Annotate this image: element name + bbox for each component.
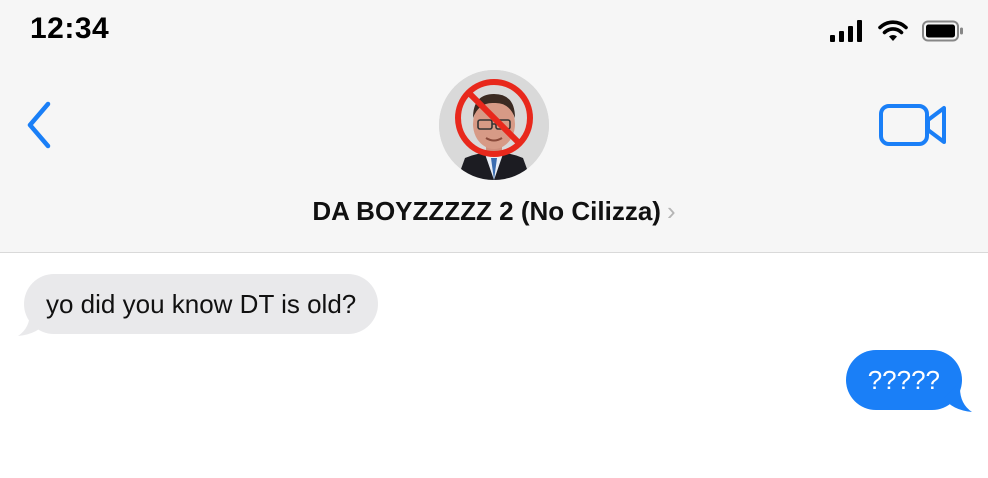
back-button[interactable] — [24, 98, 54, 152]
chevron-right-icon: › — [666, 196, 676, 226]
conversation-header: 12:34 DA BOYZZZZZ 2 (No Cilizza) › — [0, 0, 988, 253]
group-name: DA BOYZZZZZ 2 (No Cilizza) — [312, 196, 661, 226]
status-icons — [830, 18, 964, 44]
wifi-icon — [878, 20, 908, 41]
battery-icon — [922, 20, 963, 42]
group-avatar[interactable] — [439, 70, 549, 180]
status-time: 12:34 — [30, 12, 110, 45]
outgoing-bubble-tail — [944, 386, 972, 412]
group-title[interactable]: DA BOYZZZZZ 2 (No Cilizza) › — [0, 196, 988, 227]
no-symbol-portrait-icon — [439, 70, 549, 180]
signal-icon — [830, 20, 862, 42]
video-camera-icon — [879, 104, 946, 146]
chevron-left-icon — [27, 101, 51, 149]
incoming-message-bubble[interactable]: yo did you know DT is old? — [24, 274, 379, 334]
incoming-bubble-tail — [18, 310, 46, 336]
message-text: yo did you know DT is old? — [46, 289, 357, 319]
video-call-button[interactable] — [878, 100, 948, 150]
message-text: ????? — [867, 365, 940, 395]
